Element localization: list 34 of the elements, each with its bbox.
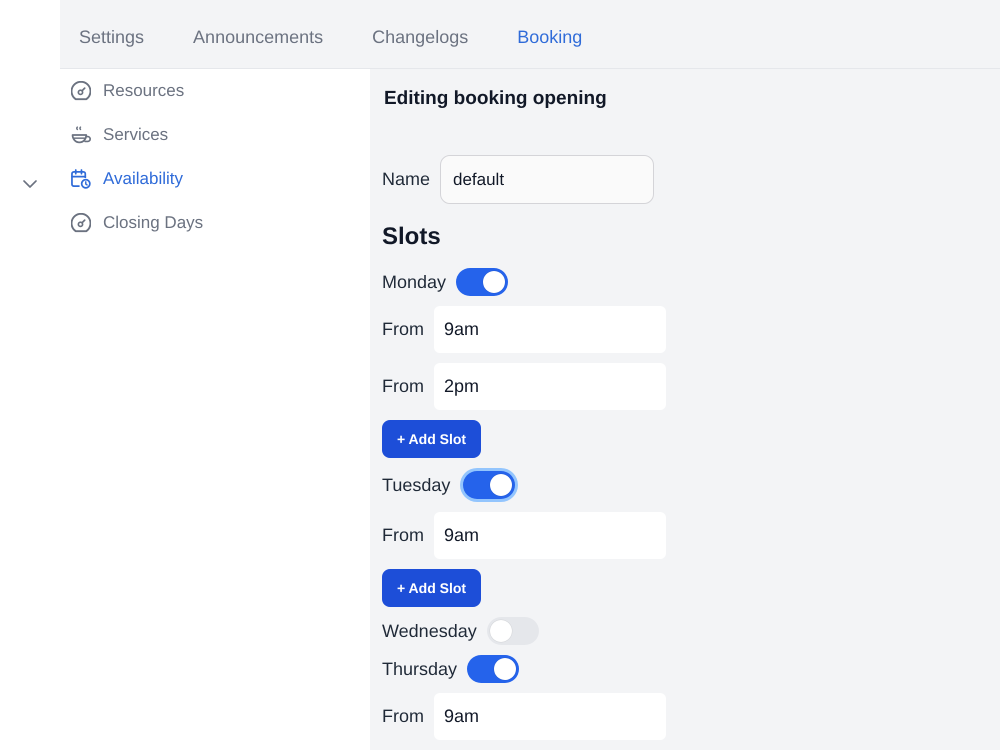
toggle-switch[interactable] bbox=[486, 617, 539, 645]
tab[interactable]: Booking bbox=[498, 0, 602, 68]
toggle-switch[interactable] bbox=[467, 655, 520, 683]
field-label: From bbox=[382, 376, 424, 397]
add-slot-button[interactable]: + Add Slot bbox=[382, 569, 482, 607]
form-title: Editing booking opening bbox=[383, 87, 607, 111]
sidebar-item[interactable]: Closing Days bbox=[60, 201, 370, 245]
gauge-icon bbox=[71, 213, 91, 233]
tab[interactable]: Announcements bbox=[174, 0, 342, 68]
calendar-clock-icon bbox=[71, 169, 91, 189]
name-input[interactable]: default bbox=[440, 155, 654, 204]
gauge-icon bbox=[71, 81, 91, 101]
field-label: From bbox=[382, 525, 424, 546]
section-heading: Slots bbox=[382, 222, 441, 252]
sidebar-item[interactable]: Availability bbox=[60, 157, 370, 201]
time-input[interactable]: 9am bbox=[434, 306, 666, 353]
day-label: Tuesday bbox=[382, 474, 450, 496]
day-label: Wednesday bbox=[382, 620, 477, 642]
sidebar-item[interactable]: Resources bbox=[60, 69, 370, 113]
field-label: From bbox=[382, 706, 424, 727]
time-input[interactable]: 2pm bbox=[434, 363, 666, 410]
tab[interactable]: Settings bbox=[60, 0, 164, 68]
cup-icon bbox=[71, 125, 91, 145]
chevron-down-icon[interactable] bbox=[23, 180, 37, 188]
time-input[interactable]: 9am bbox=[434, 693, 666, 740]
day-label: Monday bbox=[382, 272, 446, 292]
sidebar-item[interactable]: Services bbox=[60, 113, 370, 157]
tab[interactable]: Changelogs bbox=[353, 0, 488, 68]
field-label: From bbox=[382, 319, 424, 340]
time-input[interactable]: 9am bbox=[434, 512, 666, 559]
field-label: Name bbox=[382, 169, 430, 190]
toggle-switch[interactable] bbox=[456, 268, 508, 296]
add-slot-button[interactable]: + Add Slot bbox=[382, 420, 482, 458]
day-label: Thursday bbox=[382, 658, 458, 680]
